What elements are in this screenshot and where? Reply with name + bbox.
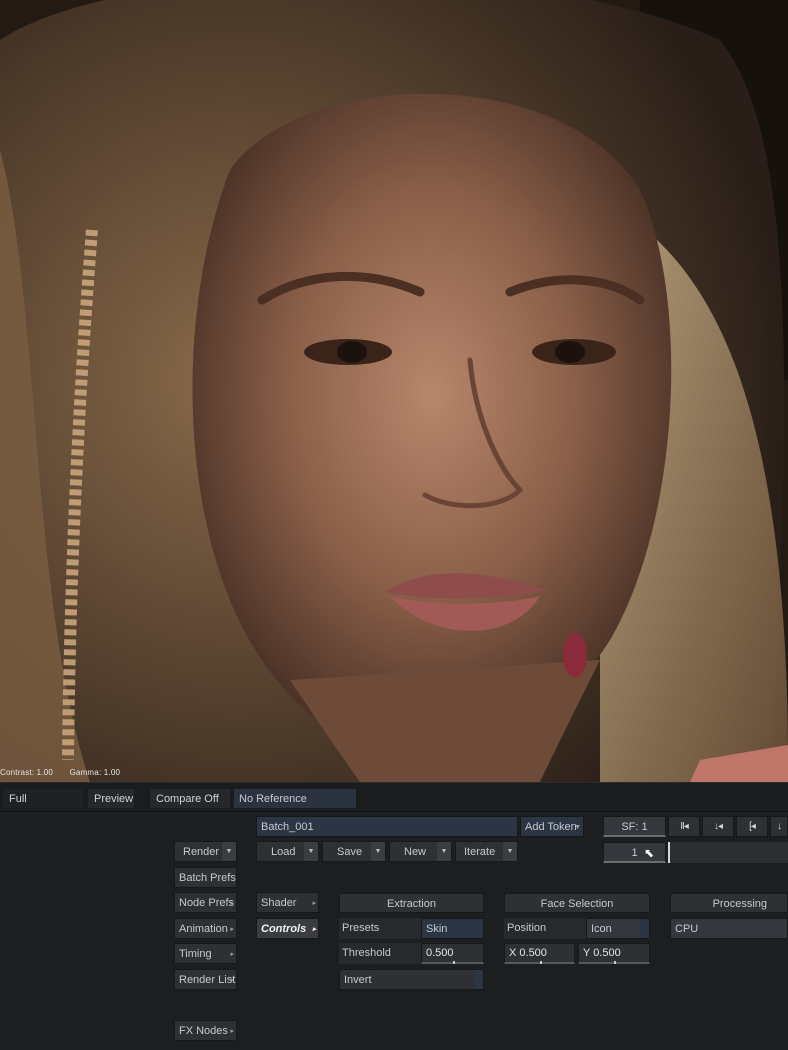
chevron-right-icon: ▸ [230,977,234,984]
chevron-right-icon: ▸ [230,1028,234,1035]
x-value: X 0.500 [509,947,547,959]
extraction-header: Extraction [339,893,484,913]
gamma-readout: Gamma: 1.00 [69,768,121,777]
dropdown-indicator [639,919,649,938]
compare-button[interactable]: Compare Off [149,788,231,809]
frame-scrubber[interactable] [668,842,788,863]
chevron-right-icon: ▸ [230,951,234,958]
timing-label: Timing [179,948,212,960]
set-out-icon[interactable]: ↓ [770,816,788,837]
chevron-right-icon: ▸ [312,926,316,933]
save-label: Save [337,846,363,858]
slider-tick [453,961,455,964]
preview-button[interactable]: Preview [87,788,135,809]
threshold-input[interactable]: 0.500 [421,943,484,964]
tab-shader[interactable]: Shader ▸ [256,892,319,913]
threshold-value: 0.500 [426,947,454,959]
render-button[interactable]: Render ▼ [174,841,237,862]
processing-header: Processing [670,893,788,913]
load-button[interactable]: Load ▼ [256,841,319,862]
render-label: Render [183,846,220,858]
current-frame-field[interactable]: 1 [603,842,666,863]
face-selection-header: Face Selection [504,893,650,913]
position-value: Icon [591,923,612,935]
start-frame-field[interactable]: SF: 1 [603,816,666,837]
node-prefs-button[interactable]: Node Prefs ▸ [174,892,237,913]
tab-controls[interactable]: Controls ▸ [256,918,319,939]
viewer-toolbar: Full Resolution Preview Compare Off No R… [0,782,788,826]
load-label: Load [271,846,296,858]
image-viewer[interactable]: Contrast: 1.00 Gamma: 1.00 [0,0,788,782]
node-prefs-label: Node Prefs [179,897,235,909]
chevron-down-icon[interactable]: ▼ [503,842,517,861]
save-button[interactable]: Save ▼ [322,841,386,862]
iterate-label: Iterate [464,846,496,858]
chevron-down-icon[interactable]: ▼ [437,842,451,861]
animation-label: Animation [179,923,228,935]
batch-prefs-button[interactable]: Batch Prefs [174,867,237,888]
viewer-readout: Contrast: 1.00 Gamma: 1.00 [0,768,134,777]
slider-tick [614,961,616,964]
mouse-cursor-icon: ⬉ [644,846,655,860]
render-list-button[interactable]: Render List ▸ [174,969,237,990]
invert-label: Invert [344,974,372,986]
pause-step-icon[interactable]: II◂ [668,816,700,837]
chevron-right-icon: ▸ [230,900,234,907]
portrait-image [0,0,788,782]
chevron-down-icon: ▼ [574,824,581,831]
threshold-label: Threshold [339,943,421,964]
controls-label: Controls [261,923,307,935]
full-resolution-button[interactable]: Full Resolution [2,788,84,826]
toggle-indicator [475,970,483,989]
new-label: New [404,846,427,858]
position-x-input[interactable]: X 0.500 [504,943,575,964]
position-label: Position [504,918,586,939]
position-y-input[interactable]: Y 0.500 [578,943,650,964]
go-to-in-icon[interactable]: [◂ [736,816,768,837]
set-in-icon[interactable]: ↓◂ [702,816,734,837]
slider-tick [540,961,542,964]
chevron-right-icon: ▸ [230,926,234,933]
batch-panel: Batch_001 Add Token ▼ SF: 1 II◂ ↓◂ [◂ ↓ … [0,812,788,1050]
processing-device-dropdown[interactable]: CPU [670,918,788,939]
chevron-down-icon[interactable]: ▼ [371,842,385,861]
shader-label: Shader [261,897,297,909]
add-token-button[interactable]: Add Token ▼ [520,816,584,837]
position-dropdown[interactable]: Icon [586,918,650,939]
render-list-label: Render List [179,974,236,986]
reference-selector[interactable]: No Reference [233,788,357,809]
batch-name-field[interactable]: Batch_001 [256,816,518,837]
fx-nodes-label: FX Nodes [179,1025,228,1037]
iterate-button[interactable]: Iterate ▼ [455,841,518,862]
chevron-right-icon: ▸ [312,900,316,907]
invert-toggle[interactable]: Invert [339,969,484,990]
add-token-label: Add Token [525,821,577,833]
animation-button[interactable]: Animation ▸ [174,918,237,939]
new-button[interactable]: New ▼ [389,841,452,862]
timing-button[interactable]: Timing ▸ [174,943,237,964]
chevron-down-icon[interactable]: ▼ [304,842,318,861]
presets-dropdown[interactable]: Skin [421,918,484,939]
fx-nodes-button[interactable]: FX Nodes ▸ [174,1020,237,1041]
chevron-down-icon[interactable]: ▼ [222,842,236,861]
y-value: Y 0.500 [583,947,621,959]
contrast-readout: Contrast: 1.00 [0,768,54,777]
presets-label: Presets [339,918,421,939]
